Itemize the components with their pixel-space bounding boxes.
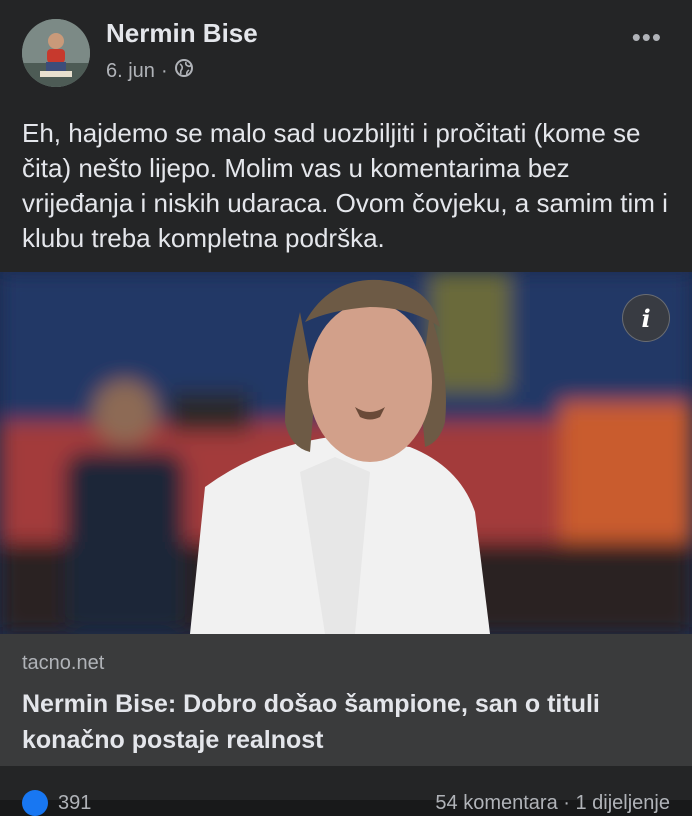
comment-share-stats[interactable]: 54 komentara · 1 dijeljenje	[435, 792, 670, 815]
link-domain: tacno.net	[22, 652, 105, 674]
more-options-icon[interactable]: •••	[632, 22, 662, 53]
link-title[interactable]: Nermin Bise: Dobro došao šampione, san o…	[22, 686, 662, 758]
post-header: Nermin Bise 6. jun · •••	[0, 0, 692, 100]
reaction-count[interactable]: 391	[58, 792, 91, 815]
link-preview-image[interactable]	[0, 272, 692, 634]
post-date[interactable]: 6. jun	[106, 60, 155, 83]
post-text: Eh, hajdemo se malo sad uozbiljiti i pro…	[22, 118, 668, 253]
globe-icon	[174, 58, 194, 84]
info-icon[interactable]: i	[622, 294, 670, 342]
like-reaction-icon[interactable]	[22, 790, 48, 816]
post-meta: 6. jun ·	[106, 58, 194, 84]
post-body: Eh, hajdemo se malo sad uozbiljiti i pro…	[0, 100, 692, 272]
link-card[interactable]: tacno.net Nermin Bise: Dobro došao šampi…	[0, 634, 692, 766]
post-footer: 391 54 komentara · 1 dijeljenje	[0, 766, 692, 816]
author-name[interactable]: Nermin Bise	[106, 18, 258, 49]
author-avatar[interactable]	[22, 19, 90, 87]
meta-separator: ·	[160, 59, 168, 82]
